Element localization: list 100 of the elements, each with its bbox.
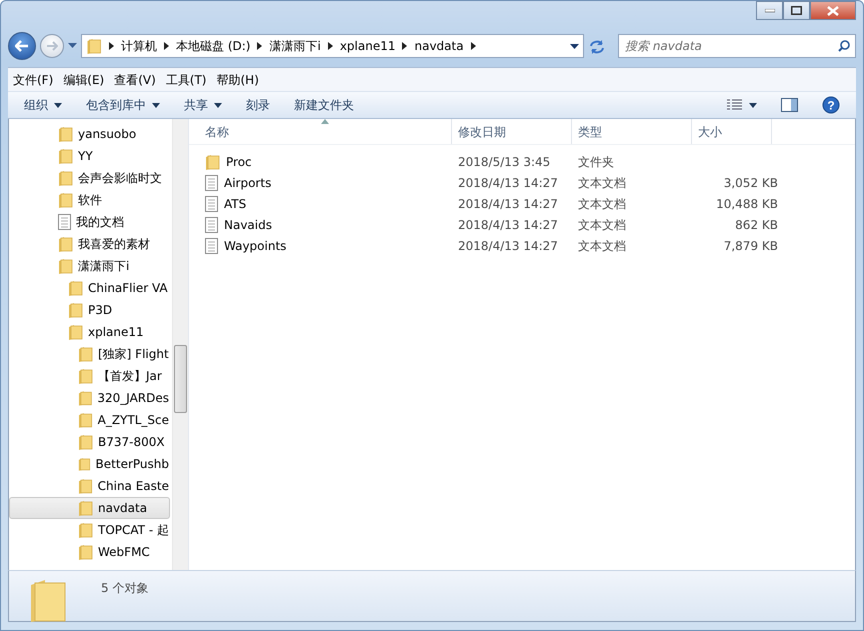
file-name[interactable]: Airports (224, 174, 272, 192)
document-icon (205, 238, 218, 254)
chevron-icon[interactable] (470, 42, 476, 50)
folder-icon (68, 302, 83, 318)
menu-item[interactable]: 帮助(H) (212, 68, 264, 90)
folder-icon (78, 522, 93, 538)
folder-icon (68, 280, 83, 296)
folder-icon (78, 368, 93, 384)
column-header[interactable]: 大小 (692, 119, 772, 144)
forward-button[interactable] (40, 34, 64, 58)
folder-icon (58, 258, 73, 274)
folder-icon (78, 390, 92, 406)
file-type: 文本文档 (578, 196, 627, 212)
folder-icon (78, 412, 93, 428)
document-icon (205, 196, 218, 212)
folder-icon (86, 38, 102, 54)
tree-item[interactable]: 会声会影临时文 (9, 167, 170, 189)
column-header[interactable]: 修改日期 (452, 119, 572, 144)
help-icon: ? (822, 96, 840, 114)
minimize-button[interactable] (756, 1, 783, 20)
scrollbar-thumb[interactable] (174, 345, 187, 413)
folder-icon (78, 478, 93, 494)
folder-icon (78, 456, 91, 472)
tree-item[interactable]: 320_JARDes (9, 387, 170, 409)
caret-icon[interactable] (68, 43, 77, 49)
toolbar-button[interactable]: 包含到库中 (76, 93, 170, 117)
toolbar-button[interactable]: 共享 (174, 93, 232, 117)
address-segment[interactable]: 计算机 (121, 37, 157, 55)
back-button[interactable] (8, 32, 36, 60)
folder-icon (58, 126, 73, 142)
file-type: 文本文档 (578, 174, 627, 192)
sort-arrow-icon (321, 119, 329, 124)
close-button[interactable] (810, 1, 856, 20)
tree-item[interactable]: 潇潇雨下i (9, 255, 170, 277)
address-segment[interactable]: xplane11 (340, 37, 396, 55)
address-segment[interactable]: navdata (414, 37, 464, 55)
tree-item[interactable]: B737-800X (9, 431, 170, 453)
document-icon (205, 174, 218, 190)
menu-item[interactable]: 编辑(E) (58, 68, 110, 90)
tree-item[interactable]: xplane11 (9, 321, 170, 343)
back-arrow-icon (15, 40, 29, 52)
toolbar-button[interactable]: 组织 (14, 93, 72, 117)
menu-item[interactable]: 工具(T) (160, 68, 212, 90)
caret-icon (749, 102, 757, 108)
maximize-button[interactable] (783, 1, 810, 20)
file-name[interactable]: Waypoints (224, 236, 286, 254)
list-view-icon (727, 99, 743, 111)
tree-item[interactable]: [独家] Flight (9, 343, 170, 365)
tree-item[interactable]: China Easte (9, 475, 170, 497)
minimize-icon (764, 8, 774, 12)
file-name[interactable]: Navaids (224, 216, 272, 234)
tree-item[interactable]: P3D (9, 299, 170, 321)
modified-date: 2018/4/13 14:27 (458, 238, 559, 254)
tree-item[interactable]: 我的文档 (9, 211, 170, 233)
file-type: 文件夹 (578, 154, 615, 170)
folder-icon (78, 500, 93, 516)
tree-item[interactable]: A_ZYTL_Sce (9, 409, 170, 431)
column-header[interactable]: 名称 (199, 119, 452, 144)
folder-icon (58, 148, 73, 164)
folder-icon (78, 346, 93, 362)
tree-item[interactable]: navdata (9, 497, 170, 519)
chevron-icon[interactable] (164, 42, 169, 50)
help-button[interactable]: ? (812, 93, 850, 117)
file-name[interactable]: ATS (224, 194, 246, 212)
search-icon (838, 40, 850, 52)
address-segment[interactable]: 本地磁盘 (D:) (176, 37, 250, 55)
tree-item[interactable]: 【首发】Jar (9, 365, 170, 387)
tree-item[interactable]: yansuobo (9, 123, 170, 145)
preview-pane-icon (781, 98, 798, 112)
toolbar-button[interactable]: 刻录 (236, 93, 280, 117)
folder-icon (58, 236, 73, 252)
close-icon (827, 6, 839, 16)
menu-item[interactable]: 查看(V) (109, 68, 161, 90)
tree-item[interactable]: WebFMC (9, 541, 170, 563)
file-type: 文本文档 (578, 238, 627, 254)
chevron-icon[interactable] (109, 42, 114, 50)
tree-item[interactable]: 我喜爱的素材 (9, 233, 170, 255)
tree-item[interactable]: 软件 (9, 189, 170, 211)
chevron-icon[interactable] (402, 42, 408, 50)
chevron-icon[interactable] (328, 42, 333, 50)
file-name[interactable]: Proc (226, 152, 252, 170)
chevron-icon[interactable] (257, 42, 262, 50)
scrollbar[interactable] (172, 119, 188, 570)
tree-item[interactable]: BetterPushb (9, 453, 170, 475)
tree-item[interactable]: ChinaFlier VA (9, 277, 170, 299)
search-field[interactable]: 搜索 navdata (618, 34, 856, 58)
folder-icon (58, 192, 73, 208)
dropdown-caret-icon[interactable] (570, 44, 579, 48)
modified-date: 2018/4/13 14:27 (458, 174, 559, 192)
file-type: 文本文档 (578, 216, 627, 234)
menu-item[interactable]: 文件(F) (8, 68, 58, 90)
modified-date: 2018/5/13 3:45 (458, 154, 552, 170)
forward-arrow-icon (46, 41, 58, 51)
tree-item[interactable]: TOPCAT - 起 (9, 519, 170, 541)
toolbar-button[interactable]: 新建文件夹 (284, 93, 364, 117)
item-count: 5 个对象 (101, 580, 148, 597)
address-segment[interactable]: 潇潇雨下i (269, 37, 321, 55)
column-header[interactable]: 类型 (572, 119, 692, 144)
tree-item[interactable]: YY (9, 145, 170, 167)
address-bar[interactable]: 计算机 本地磁盘 (D:) 潇潇雨下i xplane11 navdata (81, 34, 584, 58)
